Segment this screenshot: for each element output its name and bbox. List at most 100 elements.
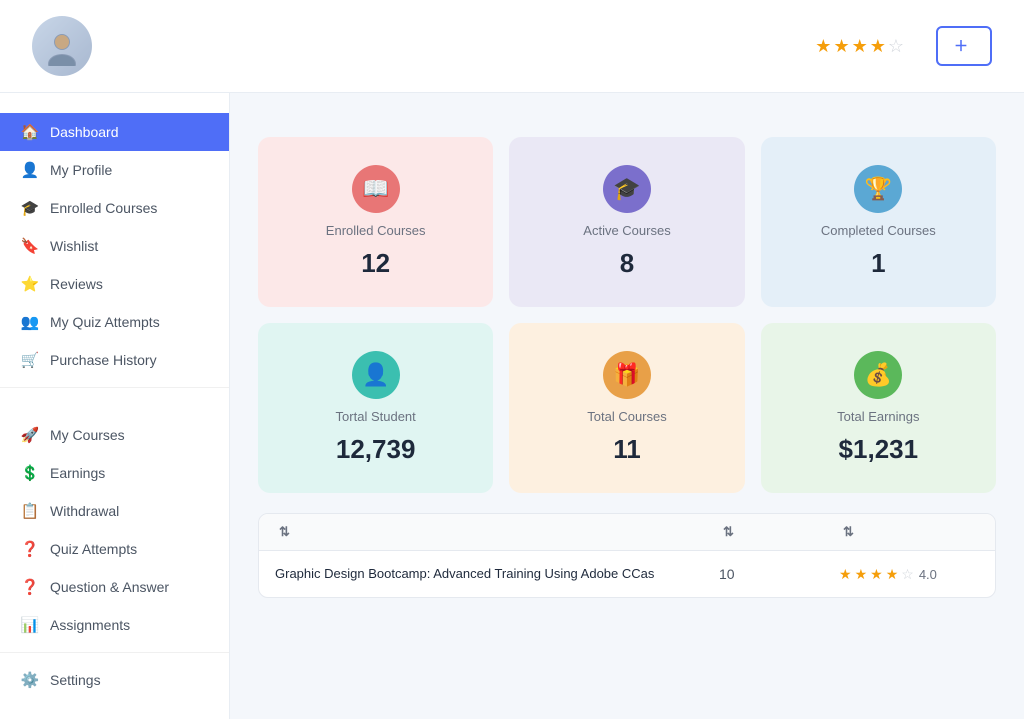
sidebar-label-withdrawal: Withdrawal: [50, 503, 119, 519]
table-body: Graphic Design Bootcamp: Advanced Traini…: [259, 551, 995, 597]
stat-label: Active Courses: [583, 223, 670, 238]
sort-icon-enrolled[interactable]: ⇅: [723, 524, 734, 540]
sidebar-label-quiz-attempts-instructor: Quiz Attempts: [50, 541, 137, 557]
stat-value: 12: [361, 248, 390, 279]
star-icon: ★: [815, 36, 831, 57]
sidebar-label-reviews: Reviews: [50, 276, 103, 292]
sidebar-item-assignments[interactable]: 📊 Assignments: [0, 606, 229, 644]
sidebar-item-dashboard[interactable]: 🏠 Dashboard: [0, 113, 229, 151]
sidebar-label-wishlist: Wishlist: [50, 238, 98, 254]
instructor-section-label: [0, 396, 229, 416]
sidebar-item-withdrawal[interactable]: 📋 Withdrawal: [0, 492, 229, 530]
row-star: ★: [870, 566, 883, 583]
table-row: Graphic Design Bootcamp: Advanced Traini…: [259, 551, 995, 597]
stat-icon: 👤: [352, 351, 400, 399]
sidebar-label-quiz-attempts: My Quiz Attempts: [50, 314, 160, 330]
sidebar-label-earnings: Earnings: [50, 465, 105, 481]
star-icon: ☆: [888, 36, 904, 57]
stat-value: 11: [613, 434, 641, 465]
stat-card: 💰 Total Earnings $1,231: [761, 323, 996, 493]
stats-grid: 📖 Enrolled Courses 12 🎓 Active Courses 8…: [258, 137, 996, 493]
stat-value: 8: [620, 248, 634, 279]
row-rating-text: 4.0: [919, 567, 937, 582]
stat-value: 12,739: [336, 434, 416, 465]
sidebar-divider: [0, 387, 229, 388]
star-icon: ★: [870, 36, 886, 57]
stat-card: 📖 Enrolled Courses 12: [258, 137, 493, 307]
stat-icon: 🏆: [854, 165, 902, 213]
stat-card: 🎓 Active Courses 8: [509, 137, 744, 307]
stat-icon: 💰: [854, 351, 902, 399]
purchase-icon: 🛒: [20, 351, 40, 369]
quiz-attempts-icon: 👥: [20, 313, 40, 331]
courses-table: ⇅ ⇅ ⇅ Graphic Design Bootcamp: Advanced …: [258, 513, 996, 598]
star-icon: ★: [852, 36, 868, 57]
row-rating: ★★★★☆ 4.0: [839, 566, 979, 583]
row-star: ★: [839, 566, 852, 583]
settings-icon: ⚙️: [20, 671, 40, 689]
dashboard-icon: 🏠: [20, 123, 40, 141]
create-course-button[interactable]: ＋: [936, 26, 992, 66]
sidebar-item-quiz-attempts[interactable]: 👥 My Quiz Attempts: [0, 303, 229, 341]
sidebar-label-settings: Settings: [50, 672, 101, 688]
sidebar-label-enrolled-courses: Enrolled Courses: [50, 200, 157, 216]
sort-icon-course[interactable]: ⇅: [279, 524, 290, 540]
sidebar-label-my-courses: My Courses: [50, 427, 125, 443]
profile-icon: 👤: [20, 161, 40, 179]
stat-label: Total Earnings: [837, 409, 919, 424]
reviews-icon: ⭐: [20, 275, 40, 293]
plus-icon: ＋: [954, 36, 968, 56]
wishlist-icon: 🔖: [20, 237, 40, 255]
stat-icon: 🎓: [603, 165, 651, 213]
sidebar-label-question-answer: Question & Answer: [50, 579, 169, 595]
sidebar-item-wishlist[interactable]: 🔖 Wishlist: [0, 227, 229, 265]
dashboard-content: 📖 Enrolled Courses 12 🎓 Active Courses 8…: [230, 93, 1024, 719]
enrolled-icon: 🎓: [20, 199, 40, 217]
stat-value: $1,231: [839, 434, 919, 465]
rating-stars: ★★★★☆: [815, 36, 904, 57]
stat-card: 🎁 Total Courses 11: [509, 323, 744, 493]
row-star: ☆: [901, 566, 914, 583]
sidebar-item-question-answer[interactable]: ❓ Question & Answer: [0, 568, 229, 606]
col-course-name: ⇅: [275, 524, 719, 540]
sidebar-item-settings[interactable]: ⚙️ Settings: [0, 661, 229, 699]
sidebar-item-enrolled-courses[interactable]: 🎓 Enrolled Courses: [0, 189, 229, 227]
assignments-icon: 📊: [20, 616, 40, 634]
header: ★★★★☆ ＋: [0, 0, 1024, 93]
stat-label: Completed Courses: [821, 223, 936, 238]
rating-area: ★★★★☆: [815, 36, 916, 57]
stat-label: Total Courses: [587, 409, 666, 424]
col-total-enrolled: ⇅: [719, 524, 839, 540]
stat-card: 👤 Tortal Student 12,739: [258, 323, 493, 493]
sort-icon-rating[interactable]: ⇅: [843, 524, 854, 540]
stat-label: Tortal Student: [336, 409, 416, 424]
sidebar-item-earnings[interactable]: 💲 Earnings: [0, 454, 229, 492]
withdrawal-icon: 📋: [20, 502, 40, 520]
course-name-cell: Graphic Design Bootcamp: Advanced Traini…: [275, 565, 719, 583]
stat-icon: 🎁: [603, 351, 651, 399]
sidebar-item-purchase-history[interactable]: 🛒 Purchase History: [0, 341, 229, 379]
earnings-icon: 💲: [20, 464, 40, 482]
sidebar-label-dashboard: Dashboard: [50, 124, 119, 140]
sidebar-divider-2: [0, 652, 229, 653]
header-left: [32, 16, 106, 76]
my-courses-icon: 🚀: [20, 426, 40, 444]
sidebar-item-my-courses[interactable]: 🚀 My Courses: [0, 416, 229, 454]
avatar: [32, 16, 92, 76]
row-star: ★: [855, 566, 868, 583]
header-right: ★★★★☆ ＋: [815, 26, 992, 66]
sidebar-label-assignments: Assignments: [50, 617, 130, 633]
enrolled-count-cell: 10: [719, 566, 839, 582]
row-star: ★: [886, 566, 899, 583]
sidebar-item-reviews[interactable]: ⭐ Reviews: [0, 265, 229, 303]
sidebar-label-my-profile: My Profile: [50, 162, 112, 178]
stat-label: Enrolled Courses: [326, 223, 426, 238]
col-rating: ⇅: [839, 524, 979, 540]
sidebar-item-my-profile[interactable]: 👤 My Profile: [0, 151, 229, 189]
stat-icon: 📖: [352, 165, 400, 213]
main-layout: 🏠 Dashboard 👤 My Profile 🎓 Enrolled Cour…: [0, 93, 1024, 719]
sidebar-label-purchase-history: Purchase History: [50, 352, 157, 368]
star-icon: ★: [833, 36, 849, 57]
sidebar-item-quiz-attempts-instructor[interactable]: ❓ Quiz Attempts: [0, 530, 229, 568]
quiz-icon: ❓: [20, 540, 40, 558]
